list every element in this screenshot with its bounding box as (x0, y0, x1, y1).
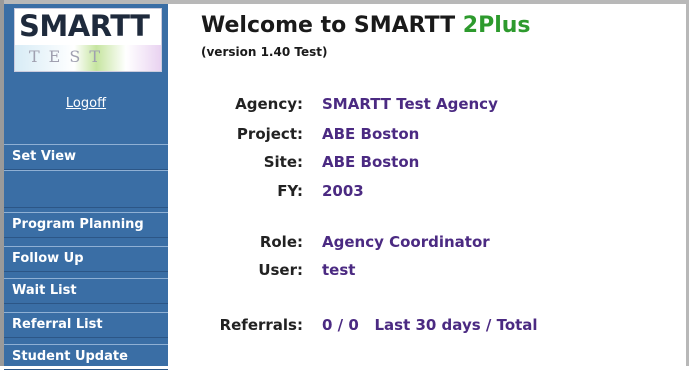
project-label: Project: (236, 125, 303, 143)
nav-set-view[interactable]: Set View (4, 144, 168, 170)
main-content: Welcome to SMARTT 2Plus (version 1.40 Te… (168, 4, 686, 366)
fy-label: FY: (277, 182, 303, 200)
fy-value: 2003 (322, 182, 364, 200)
agency-label: Agency: (235, 95, 303, 113)
referrals-value: 0 / 0 Last 30 days / Total (322, 316, 538, 334)
logo-word: SMARTT (19, 9, 150, 43)
agency-value: SMARTT Test Agency (322, 95, 498, 113)
nav-program-planning[interactable]: Program Planning (4, 212, 168, 238)
site-value: ABE Boston (322, 153, 420, 171)
logo-subtext: TEST (29, 47, 109, 66)
user-label: User: (258, 261, 303, 279)
sidebar: SMARTT TEST Logoff Set View Program Plan… (4, 4, 168, 370)
logoff-link[interactable]: Logoff (4, 96, 168, 111)
nav-referral-list[interactable]: Referral List (4, 312, 168, 338)
referrals-label: Referrals: (219, 316, 303, 334)
title-accent: 2Plus (462, 13, 531, 38)
nav-follow-up[interactable]: Follow Up (4, 246, 168, 272)
role-value: Agency Coordinator (322, 233, 490, 251)
nav-blank-spacer (4, 170, 168, 208)
nav-student-update[interactable]: Student Update (4, 344, 168, 370)
user-value: test (322, 261, 356, 279)
project-value: ABE Boston (322, 125, 420, 143)
site-label: Site: (263, 153, 303, 171)
role-label: Role: (259, 233, 303, 251)
title-prefix: Welcome to SMARTT (201, 13, 463, 38)
smartt-logo: SMARTT TEST (14, 8, 162, 72)
version-text: (version 1.40 Test) (201, 45, 328, 59)
nav-wait-list[interactable]: Wait List (4, 278, 168, 304)
page-title: Welcome to SMARTT 2Plus (201, 13, 531, 38)
